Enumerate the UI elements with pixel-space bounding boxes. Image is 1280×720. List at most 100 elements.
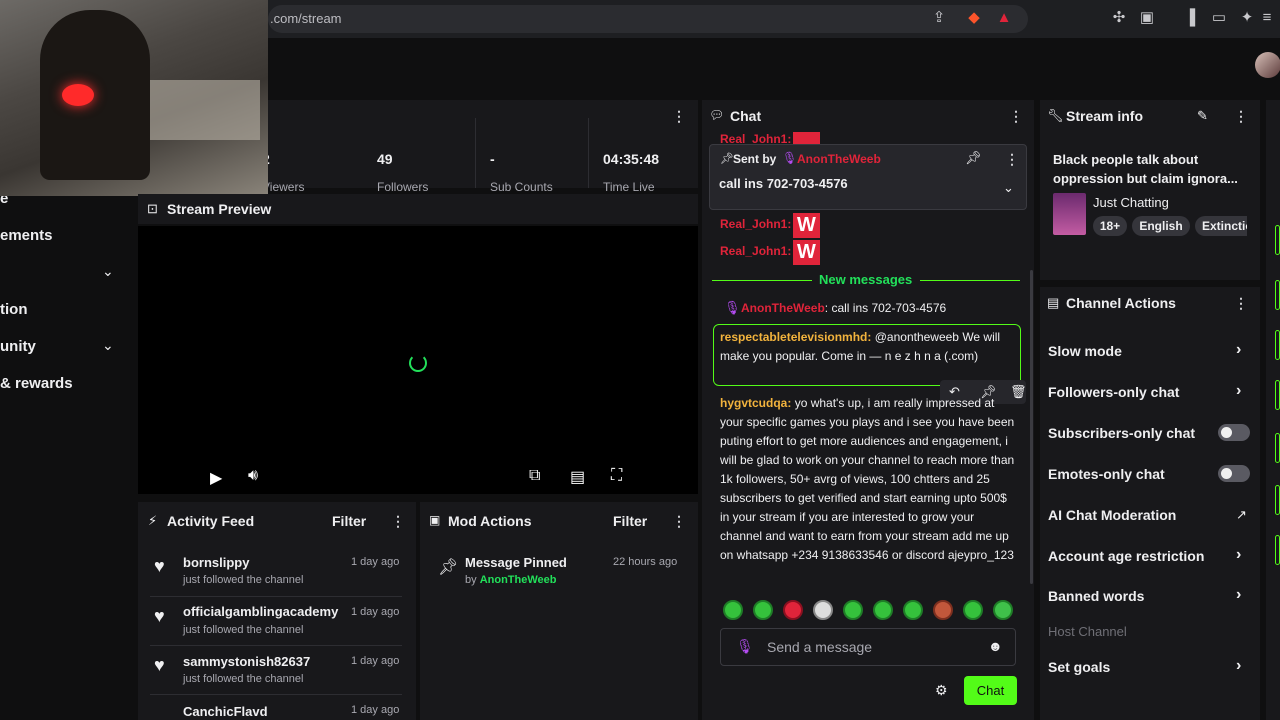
address-text[interactable]: .com/stream (270, 11, 342, 26)
chat-menu-icon[interactable]: ⋮ (1009, 108, 1023, 125)
side-button[interactable] (1275, 535, 1280, 565)
preview-title: Stream Preview (167, 201, 272, 217)
capture-icon[interactable]: ▣ (1138, 9, 1156, 27)
emoji-icon[interactable]: ☻ (988, 638, 1003, 654)
ai-moderation-item[interactable]: AI Chat Moderation (1048, 507, 1176, 523)
stream-info-menu-icon[interactable]: ⋮ (1234, 108, 1248, 125)
side-button[interactable] (1275, 225, 1280, 255)
subscribers-only-item[interactable]: Subscribers-only chat (1048, 425, 1195, 441)
play-icon[interactable]: ▶ (210, 468, 222, 488)
category-thumbnail[interactable] (1053, 193, 1086, 235)
emote-icon[interactable] (783, 600, 803, 620)
fullscreen-icon[interactable]: ⛶ (611, 467, 622, 485)
viewers-label: Viewers (262, 180, 305, 194)
extensions-icon[interactable]: ✣ (1110, 9, 1128, 27)
ai-icon[interactable]: ✦ (1238, 9, 1256, 27)
pip-icon[interactable]: ⧉ (529, 467, 540, 485)
set-goals-item[interactable]: Set goals (1048, 659, 1110, 675)
chevron-right-icon[interactable]: › (1236, 586, 1241, 604)
account-age-item[interactable]: Account age restriction (1048, 548, 1204, 564)
chevron-right-icon[interactable]: › (1236, 382, 1241, 400)
chevron-right-icon[interactable]: › (1236, 341, 1241, 359)
feed-item-name[interactable]: officialgamblingacademy (183, 604, 338, 619)
side-button[interactable] (1275, 380, 1280, 410)
chat-username[interactable]: Real_John1: (720, 215, 791, 234)
tag-badge[interactable]: Extinctio (1195, 216, 1247, 236)
emote-icon[interactable] (993, 600, 1013, 620)
feed-item-name[interactable]: bornslippy (183, 555, 249, 570)
subs-value: - (490, 151, 495, 167)
mod-menu-icon[interactable]: ⋮ (672, 513, 686, 530)
address-bar[interactable] (268, 5, 1028, 33)
subscribers-only-toggle[interactable] (1218, 424, 1250, 441)
sidebar-item-3[interactable]: unity (0, 338, 36, 355)
theater-icon[interactable]: ▤ (570, 467, 585, 487)
sidebar-item-2[interactable]: tion (0, 301, 28, 318)
wallet-icon[interactable]: ▭ (1210, 9, 1228, 27)
brave-shield-icon[interactable]: ◆ (965, 9, 983, 27)
settings-icon[interactable]: ⚙ (935, 682, 948, 699)
chat-username[interactable]: respectabletelevisionmhd: (720, 330, 871, 344)
side-button[interactable] (1275, 280, 1280, 310)
stats-menu-icon[interactable]: ⋮ (672, 108, 686, 125)
mic-icon: 🎙︎ (782, 151, 798, 165)
feed-item-action: just followed the channel (183, 624, 304, 636)
sidebar-item-1[interactable]: ements (0, 227, 53, 244)
followers-only-item[interactable]: Followers-only chat (1048, 384, 1179, 400)
volume-icon[interactable]: 🔊︎ (248, 467, 258, 485)
avatar[interactable] (1255, 52, 1280, 78)
emotes-only-toggle[interactable] (1218, 465, 1250, 482)
rewards-icon[interactable]: ▲ (995, 9, 1013, 27)
side-button[interactable] (1275, 330, 1280, 360)
emote-icon[interactable] (723, 600, 743, 620)
mod-filter-button[interactable]: Filter (613, 513, 647, 529)
menu-icon[interactable]: ≡ (1258, 9, 1276, 27)
feed-item-name[interactable]: sammystonish82637 (183, 654, 310, 669)
pinned-menu-icon[interactable]: ⋮ (1005, 151, 1019, 168)
sidebar-item-4[interactable]: & rewards (0, 375, 73, 392)
emote-icon[interactable] (873, 600, 893, 620)
emote-icon[interactable] (843, 600, 863, 620)
chevron-right-icon[interactable]: › (1236, 657, 1241, 675)
edit-icon[interactable]: ✎ (1197, 108, 1208, 124)
chevron-right-icon[interactable]: › (1236, 546, 1241, 564)
chat-send-button[interactable]: Chat (964, 676, 1017, 705)
tag-badge[interactable]: English (1132, 216, 1190, 236)
activity-filter-button[interactable]: Filter (332, 513, 366, 529)
chat-username[interactable]: Real_John1: (720, 242, 791, 261)
tag-badge[interactable]: 18+ (1093, 216, 1127, 236)
webcam-light (62, 84, 94, 106)
sidebar-toggle-icon[interactable]: ▐ (1181, 9, 1199, 27)
chat-title: Chat (730, 108, 762, 124)
chat-username[interactable]: AnonTheWeeb (741, 301, 825, 315)
chat-username[interactable]: hygvtcudqa: (720, 396, 791, 410)
category-name[interactable]: Just Chatting (1093, 195, 1169, 210)
emotes-only-item[interactable]: Emotes-only chat (1048, 466, 1165, 482)
feed-item-action: just followed the channel (183, 673, 304, 685)
side-button[interactable] (1275, 485, 1280, 515)
unpin-icon[interactable]: 📌︎ (965, 150, 982, 166)
activity-menu-icon[interactable]: ⋮ (391, 513, 405, 530)
slow-mode-item[interactable]: Slow mode (1048, 343, 1122, 359)
emote-icon[interactable] (813, 600, 833, 620)
channel-actions-menu-icon[interactable]: ⋮ (1234, 295, 1248, 312)
chat-input-placeholder[interactable]: Send a message (767, 639, 872, 655)
pinned-user[interactable]: AnonTheWeeb (797, 152, 881, 166)
external-link-icon[interactable]: ↗ (1236, 507, 1247, 523)
emote-w: W (793, 240, 820, 265)
chevron-down-icon[interactable]: ⌄ (102, 337, 114, 354)
activity-feed-title: Activity Feed (167, 513, 255, 529)
chat-scrollbar[interactable] (1030, 270, 1033, 584)
emote-icon[interactable] (903, 600, 923, 620)
emote-icon[interactable] (963, 600, 983, 620)
side-button[interactable] (1275, 433, 1280, 463)
mod-item-user[interactable]: AnonTheWeeb (480, 574, 557, 586)
feed-item-name[interactable]: CanchicFlavd (183, 704, 268, 718)
emote-icon[interactable] (753, 600, 773, 620)
emote-icon[interactable] (933, 600, 953, 620)
chat-username[interactable]: Real_John1: (720, 132, 791, 144)
banned-words-item[interactable]: Banned words (1048, 588, 1144, 604)
share-icon[interactable]: ⇪ (930, 9, 948, 27)
chevron-down-icon[interactable]: ⌄ (1003, 180, 1014, 196)
chevron-down-icon[interactable]: ⌄ (102, 263, 114, 280)
